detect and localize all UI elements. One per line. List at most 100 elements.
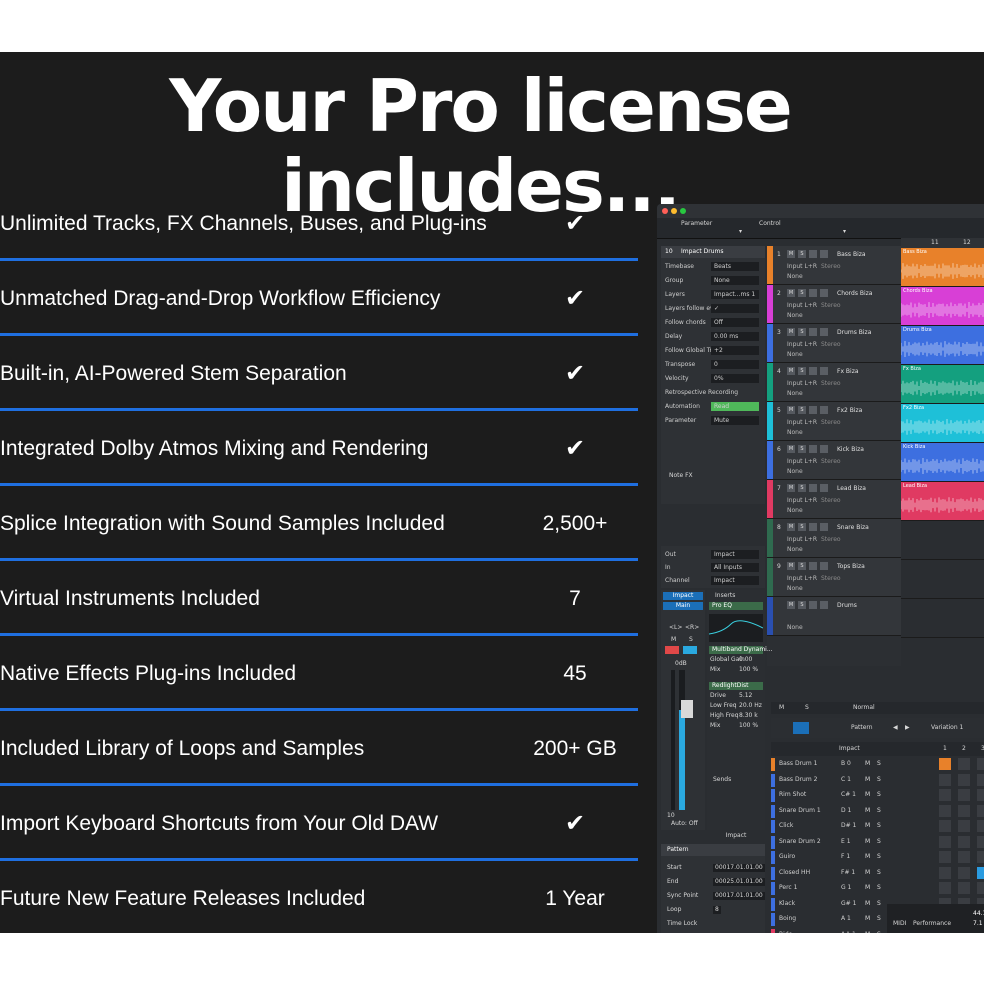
row-solo-button[interactable]: S: [877, 884, 881, 892]
row-mute-button[interactable]: M: [865, 869, 870, 877]
instrument-row-name[interactable]: Rim Shot: [779, 791, 806, 799]
instrument-row-name[interactable]: Snare Drum 2: [779, 838, 821, 846]
chevron-down-icon[interactable]: ▾: [739, 228, 742, 236]
step-cell[interactable]: [939, 835, 951, 848]
step-cell[interactable]: [939, 789, 951, 801]
insert-slot[interactable]: Multiband Dynami...: [709, 646, 773, 654]
track-name[interactable]: Drums Biza: [837, 329, 871, 337]
mute-all-button[interactable]: M: [779, 704, 784, 712]
automation-mode[interactable]: Auto: Off: [671, 820, 698, 828]
inspector-row-value[interactable]: 0.00 ms: [711, 332, 759, 341]
instrument-row-name[interactable]: Boing: [779, 915, 796, 923]
routing-select[interactable]: Impact: [711, 550, 759, 559]
mute-button[interactable]: M: [787, 328, 795, 336]
fader-track[interactable]: [671, 670, 675, 810]
insert-param-value[interactable]: 8.30 k: [739, 712, 758, 720]
record-arm-icon[interactable]: [809, 562, 817, 570]
clip-lane[interactable]: Lead Biza: [901, 482, 984, 521]
instrument-row-name[interactable]: Closed HH: [779, 869, 810, 877]
instrument-row-name[interactable]: Bass Drum 2: [779, 776, 817, 784]
solo-button[interactable]: S: [798, 523, 806, 531]
monitor-icon[interactable]: [820, 445, 828, 453]
solo-button[interactable]: S: [798, 445, 806, 453]
step-cell[interactable]: [958, 773, 970, 786]
clip-lane[interactable]: [901, 560, 984, 599]
solo-button[interactable]: S: [798, 562, 806, 570]
clip-lane[interactable]: Bass Biza: [901, 248, 984, 287]
insert-param-value[interactable]: 20.0 Hz: [739, 702, 762, 710]
track-header[interactable]: 4 M S Fx Biza Input L+R Stereo None: [767, 363, 901, 402]
mute-button[interactable]: M: [787, 445, 795, 453]
next-pattern-icon[interactable]: ▶: [905, 724, 910, 732]
solo-all-button[interactable]: S: [805, 704, 809, 712]
row-solo-button[interactable]: S: [877, 776, 881, 784]
clip-lane[interactable]: Chords Biza: [901, 287, 984, 326]
track-name[interactable]: Tops Biza: [837, 563, 865, 571]
row-solo-button[interactable]: S: [877, 915, 881, 923]
track-header[interactable]: 7 M S Lead Biza Input L+R Stereo None: [767, 480, 901, 519]
inspector-row-value[interactable]: 0: [711, 360, 759, 369]
track-output[interactable]: None: [787, 507, 803, 515]
step-cell[interactable]: [939, 758, 951, 770]
insert-param-value[interactable]: 5.12: [739, 692, 752, 700]
row-mute-button[interactable]: M: [865, 884, 870, 892]
track-input[interactable]: Input L+R: [787, 263, 817, 271]
minimize-window-icon[interactable]: [671, 208, 677, 214]
row-solo-button[interactable]: S: [877, 760, 881, 768]
routing-select[interactable]: All Inputs: [711, 563, 759, 572]
track-name[interactable]: Kick Biza: [837, 446, 864, 454]
close-window-icon[interactable]: [662, 208, 668, 214]
row-solo-button[interactable]: S: [877, 931, 881, 934]
clip-lane[interactable]: Fx2 Biza: [901, 404, 984, 443]
record-arm-icon[interactable]: [809, 445, 817, 453]
mute-button[interactable]: M: [787, 367, 795, 375]
mute-button[interactable]: M: [787, 523, 795, 531]
track-output[interactable]: None: [787, 429, 803, 437]
step-cell[interactable]: [958, 866, 970, 879]
solo-button[interactable]: S: [798, 406, 806, 414]
track-input[interactable]: Input L+R: [787, 302, 817, 310]
pattern-selector[interactable]: Pattern: [851, 724, 873, 732]
solo-button[interactable]: S: [798, 601, 806, 609]
instrument-name[interactable]: Impact: [839, 745, 860, 753]
insert-param-value[interactable]: 100 %: [739, 722, 758, 730]
step-cell[interactable]: [939, 804, 951, 817]
mute-button[interactable]: M: [787, 484, 795, 492]
step-cell[interactable]: [977, 804, 984, 817]
step-cell[interactable]: [977, 820, 984, 832]
inspector-row-value[interactable]: 0%: [711, 374, 759, 383]
track-header[interactable]: 1 M S Bass Biza Input L+R Stereo None: [767, 246, 901, 285]
track-header[interactable]: 6 M S Kick Biza Input L+R Stereo None: [767, 441, 901, 480]
step-cell[interactable]: [977, 866, 984, 879]
monitor-icon[interactable]: [820, 328, 828, 336]
output-bus[interactable]: Main: [663, 602, 703, 610]
row-mute-button[interactable]: M: [865, 776, 870, 784]
row-solo-button[interactable]: S: [877, 869, 881, 877]
clip-lane[interactable]: [901, 599, 984, 638]
step-cell[interactable]: [958, 789, 970, 801]
pattern-prop-value[interactable]: 8: [713, 906, 721, 914]
step-cell[interactable]: [939, 866, 951, 879]
row-mute-button[interactable]: M: [865, 900, 870, 908]
track-output[interactable]: None: [787, 390, 803, 398]
monitor-icon[interactable]: [820, 289, 828, 297]
mode-select[interactable]: Normal: [853, 704, 875, 712]
track-header[interactable]: 9 M S Tops Biza Input L+R Stereo None: [767, 558, 901, 597]
chevron-down-icon[interactable]: ▾: [843, 228, 846, 236]
track-output[interactable]: None: [787, 468, 803, 476]
routing-select[interactable]: Impact: [711, 576, 759, 585]
insert-param-value[interactable]: 100 %: [739, 666, 758, 674]
step-cell[interactable]: [958, 882, 970, 894]
monitor-icon[interactable]: [820, 523, 828, 531]
inspector-row-value[interactable]: Read: [711, 402, 759, 411]
track-name[interactable]: Snare Biza: [837, 524, 869, 532]
solo-button[interactable]: S: [798, 367, 806, 375]
step-cell[interactable]: [958, 758, 970, 770]
record-arm-icon[interactable]: [809, 328, 817, 336]
note-fx-label[interactable]: Note FX: [669, 472, 693, 480]
monitor-icon[interactable]: [820, 406, 828, 414]
clip-lane[interactable]: Kick Biza: [901, 443, 984, 482]
track-header[interactable]: 8 M S Snare Biza Input L+R Stereo None: [767, 519, 901, 558]
track-name[interactable]: Chords Biza: [837, 290, 872, 298]
monitor-button[interactable]: [683, 646, 697, 654]
